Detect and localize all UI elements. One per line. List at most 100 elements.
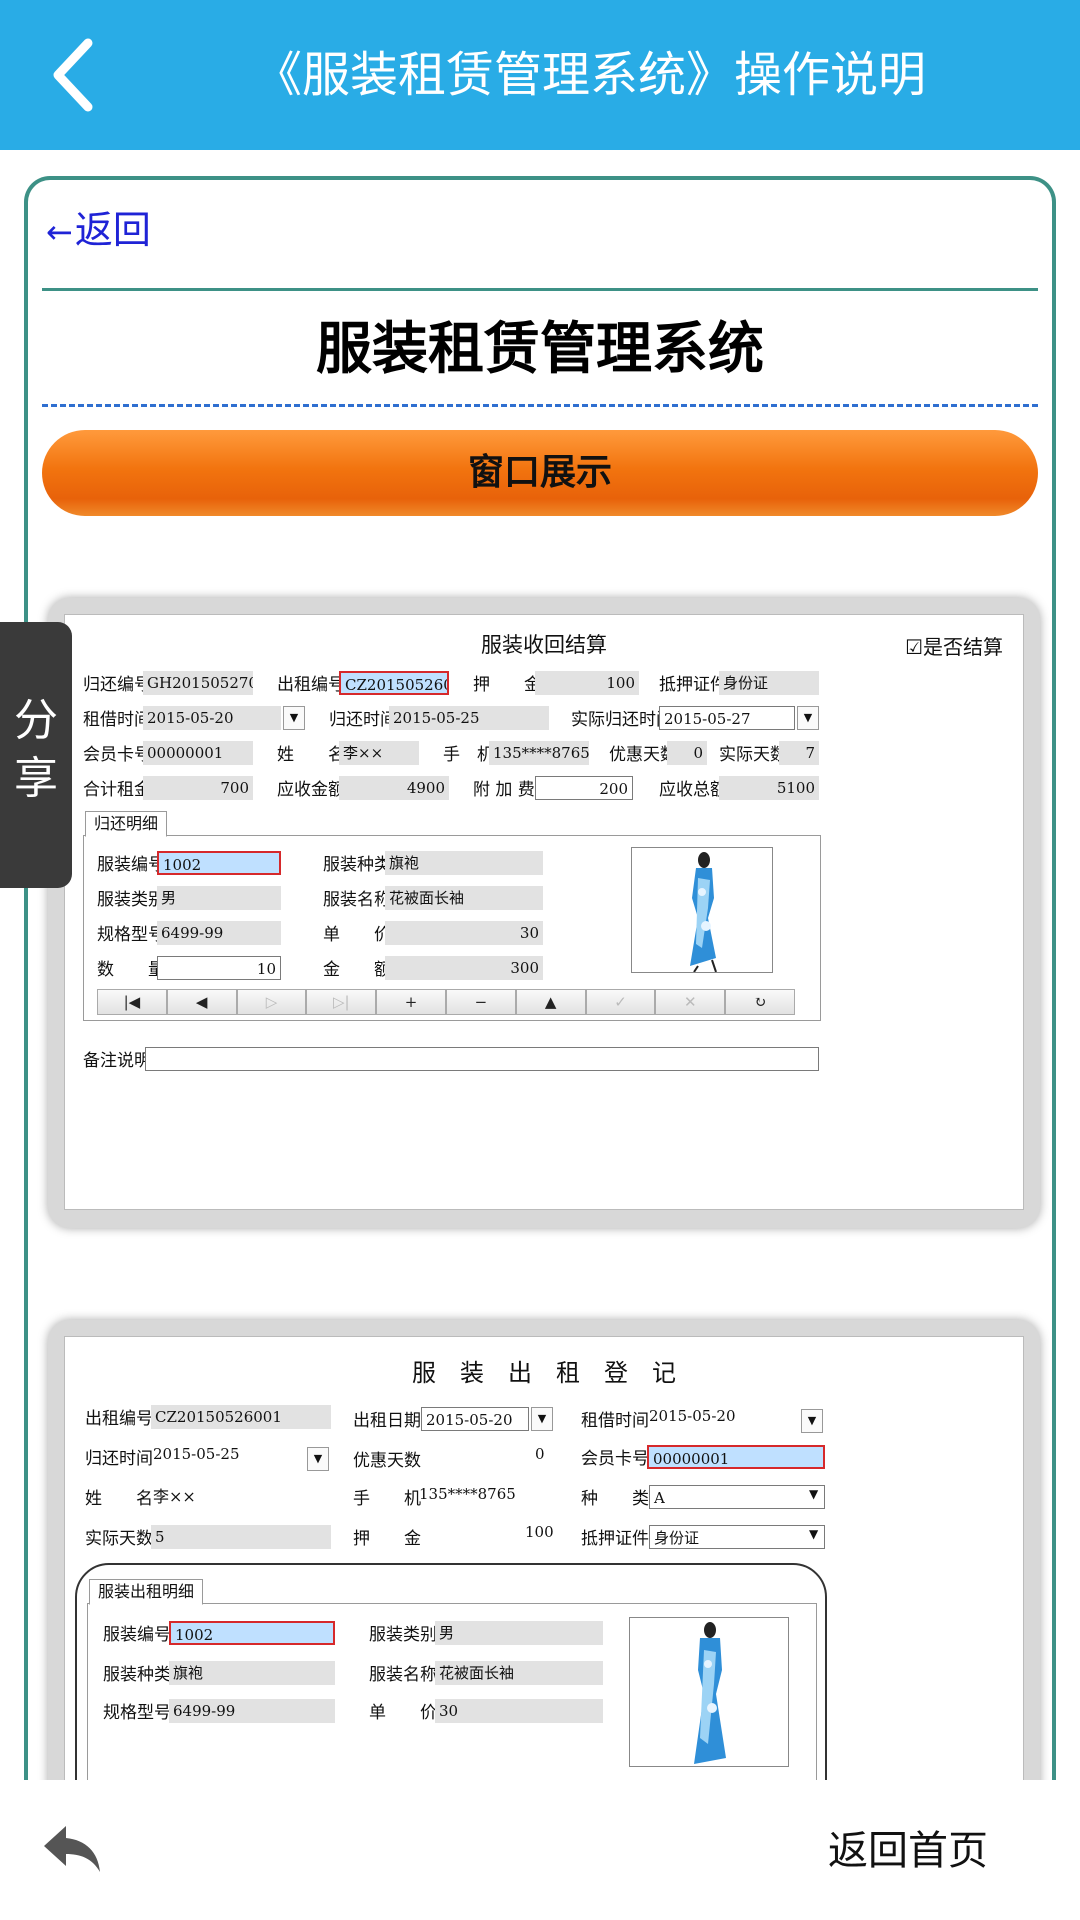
spec-field[interactable]: 6499-99 bbox=[157, 921, 281, 945]
label: 会员卡号 bbox=[83, 745, 151, 765]
chevron-down-icon[interactable]: ▼ bbox=[801, 1409, 823, 1433]
label: 抵押证件 bbox=[581, 1529, 649, 1549]
chevron-down-icon[interactable]: ▼ bbox=[307, 1447, 329, 1471]
label: 抵押证件 bbox=[659, 675, 727, 695]
cancel-record-button[interactable]: ✕ bbox=[655, 989, 726, 1015]
chevron-down-icon[interactable]: ▼ bbox=[283, 706, 305, 730]
label: 服装名称 bbox=[323, 890, 391, 910]
label: 姓 名 bbox=[85, 1489, 153, 1509]
chevron-left-icon[interactable] bbox=[40, 35, 110, 115]
garment-code-field[interactable]: 1002 bbox=[157, 851, 281, 875]
screenshot-rental-registration: 服 装 出 租 登 记 出租编号 CZ20150526001 优惠天数 出租日期… bbox=[48, 1320, 1040, 1816]
actual-days-field[interactable]: 5 bbox=[151, 1525, 331, 1549]
garment-photo bbox=[631, 847, 773, 973]
window-title: 服 装 出 租 登 记 bbox=[412, 1359, 676, 1387]
back-link[interactable]: ←返回 bbox=[46, 200, 151, 260]
last-record-button[interactable]: ▷| bbox=[306, 989, 377, 1015]
next-record-button[interactable]: ▷ bbox=[236, 989, 307, 1015]
phone-field[interactable]: 135****8765 bbox=[489, 741, 589, 765]
label: 手 机 bbox=[443, 745, 494, 765]
settled-checkbox[interactable]: ☑是否结算 bbox=[905, 631, 1003, 660]
actual-return-date-field[interactable]: 2015-05-27 bbox=[659, 706, 795, 730]
unit-price-field[interactable]: 30 bbox=[435, 1699, 603, 1723]
qipao-image bbox=[632, 848, 772, 972]
label: 租借时间 bbox=[83, 710, 151, 730]
tab-return-detail[interactable]: 归还明细 bbox=[85, 811, 168, 837]
label: 服装编号 bbox=[103, 1625, 171, 1645]
extra-fee-field[interactable]: 200 bbox=[535, 776, 633, 800]
label: 合计租金 bbox=[83, 780, 151, 800]
tab-rental-detail[interactable]: 服装出租明细 bbox=[89, 1579, 204, 1605]
label: 优惠天数 bbox=[353, 1449, 421, 1473]
label: 应收总额 bbox=[659, 780, 727, 800]
garment-kind-field[interactable]: 旗袍 bbox=[385, 851, 543, 875]
garment-category-field[interactable]: 男 bbox=[157, 886, 281, 910]
total-receivable-field[interactable]: 5100 bbox=[719, 776, 819, 800]
label: 出租日期 bbox=[353, 1409, 421, 1433]
member-card-field[interactable]: 00000001 bbox=[143, 741, 253, 765]
reply-arrow-icon[interactable] bbox=[40, 1820, 104, 1876]
refresh-record-button[interactable]: ↻ bbox=[725, 989, 795, 1015]
page-title: 《服装租赁管理系统》操作说明 bbox=[253, 47, 926, 103]
add-record-button[interactable]: + bbox=[376, 989, 446, 1015]
discount-days-field[interactable]: 0 bbox=[667, 741, 707, 765]
spec-field[interactable]: 6499-99 bbox=[169, 1699, 335, 1723]
rent-id-field[interactable]: CZ20150526001 bbox=[339, 671, 449, 695]
record-navigator: |◀ ◀ ▷ ▷| + − ▲ ✓ ✕ ↻ bbox=[97, 989, 795, 1015]
garment-category-field[interactable]: 男 bbox=[435, 1621, 603, 1645]
qipao-image bbox=[630, 1618, 788, 1766]
screenshot-return-settlement: 服装收回结算 ☑是否结算 归还编号 GH20150527001 出租编号 CZ2… bbox=[48, 598, 1040, 1228]
label: 服装种类 bbox=[103, 1665, 171, 1685]
rent-date-field[interactable]: 2015-05-20 bbox=[143, 706, 281, 730]
label: 服装编号 bbox=[97, 855, 165, 875]
label: 姓 名 bbox=[277, 745, 345, 765]
garment-code-field[interactable]: 1002 bbox=[169, 1621, 335, 1645]
rent-id-field[interactable]: CZ20150526001 bbox=[151, 1405, 331, 1429]
back-to-home-link[interactable]: 返回首页 bbox=[828, 1816, 988, 1886]
garment-photo bbox=[629, 1617, 789, 1767]
actual-days-field[interactable]: 7 bbox=[779, 741, 819, 765]
content-card: ←返回 服装租赁管理系统 窗口展示 服装收回结算 ☑是否结算 归还编号 GH20… bbox=[24, 176, 1056, 1816]
rent-date-field[interactable]: 2015-05-20 bbox=[421, 1407, 529, 1431]
dashed-divider bbox=[42, 404, 1038, 407]
label: 租借时间 bbox=[581, 1411, 649, 1431]
amount-field[interactable]: 300 bbox=[385, 956, 543, 980]
quantity-field[interactable]: 10 bbox=[157, 956, 281, 980]
garment-name-field[interactable]: 花被面长袖 bbox=[435, 1661, 603, 1685]
garment-kind-field[interactable]: 旗袍 bbox=[169, 1661, 335, 1685]
category-select[interactable]: A bbox=[649, 1485, 825, 1509]
prev-record-button[interactable]: ◀ bbox=[166, 989, 237, 1015]
chevron-down-icon[interactable]: ▼ bbox=[809, 1487, 818, 1501]
label: 服装类别 bbox=[97, 890, 165, 910]
label: 归还时间 bbox=[329, 710, 397, 730]
window-title: 服装收回结算 bbox=[481, 633, 607, 657]
id-doc-field[interactable]: 身份证 bbox=[719, 671, 819, 695]
edit-record-button[interactable]: ▲ bbox=[515, 989, 586, 1015]
share-tab[interactable]: 分享 bbox=[0, 622, 72, 888]
label: 附 加 费 bbox=[473, 780, 535, 800]
window-rental-registration: 服 装 出 租 登 记 出租编号 CZ20150526001 优惠天数 出租日期… bbox=[64, 1336, 1024, 1816]
section-button-window-display[interactable]: 窗口展示 bbox=[42, 430, 1038, 516]
garment-name-field[interactable]: 花被面长袖 bbox=[385, 886, 543, 910]
post-record-button[interactable]: ✓ bbox=[585, 989, 656, 1015]
name-field[interactable]: 李×× bbox=[339, 741, 419, 765]
chevron-down-icon[interactable]: ▼ bbox=[809, 1527, 818, 1541]
deposit-field[interactable]: 100 bbox=[535, 671, 639, 695]
receivable-field[interactable]: 4900 bbox=[339, 776, 449, 800]
member-card-field[interactable]: 00000001 bbox=[647, 1445, 825, 1469]
total-rent-field[interactable]: 700 bbox=[143, 776, 253, 800]
back-link-label: 返回 bbox=[74, 208, 151, 252]
id-doc-select[interactable]: 身份证 bbox=[649, 1525, 825, 1549]
label: 单 价 bbox=[369, 1703, 437, 1723]
delete-record-button[interactable]: − bbox=[445, 989, 516, 1015]
chevron-down-icon[interactable]: ▼ bbox=[531, 1407, 553, 1431]
unit-price-field[interactable]: 30 bbox=[385, 921, 543, 945]
first-record-button[interactable]: |◀ bbox=[97, 989, 167, 1015]
chevron-down-icon[interactable]: ▼ bbox=[797, 706, 819, 730]
return-id-field[interactable]: GH20150527001 bbox=[143, 671, 253, 695]
label: 押 金 bbox=[353, 1529, 421, 1549]
label: 应收金额 bbox=[277, 780, 345, 800]
remark-field[interactable] bbox=[145, 1047, 819, 1071]
label: 数 量 bbox=[97, 960, 165, 980]
return-date-field[interactable]: 2015-05-25 bbox=[389, 706, 549, 730]
